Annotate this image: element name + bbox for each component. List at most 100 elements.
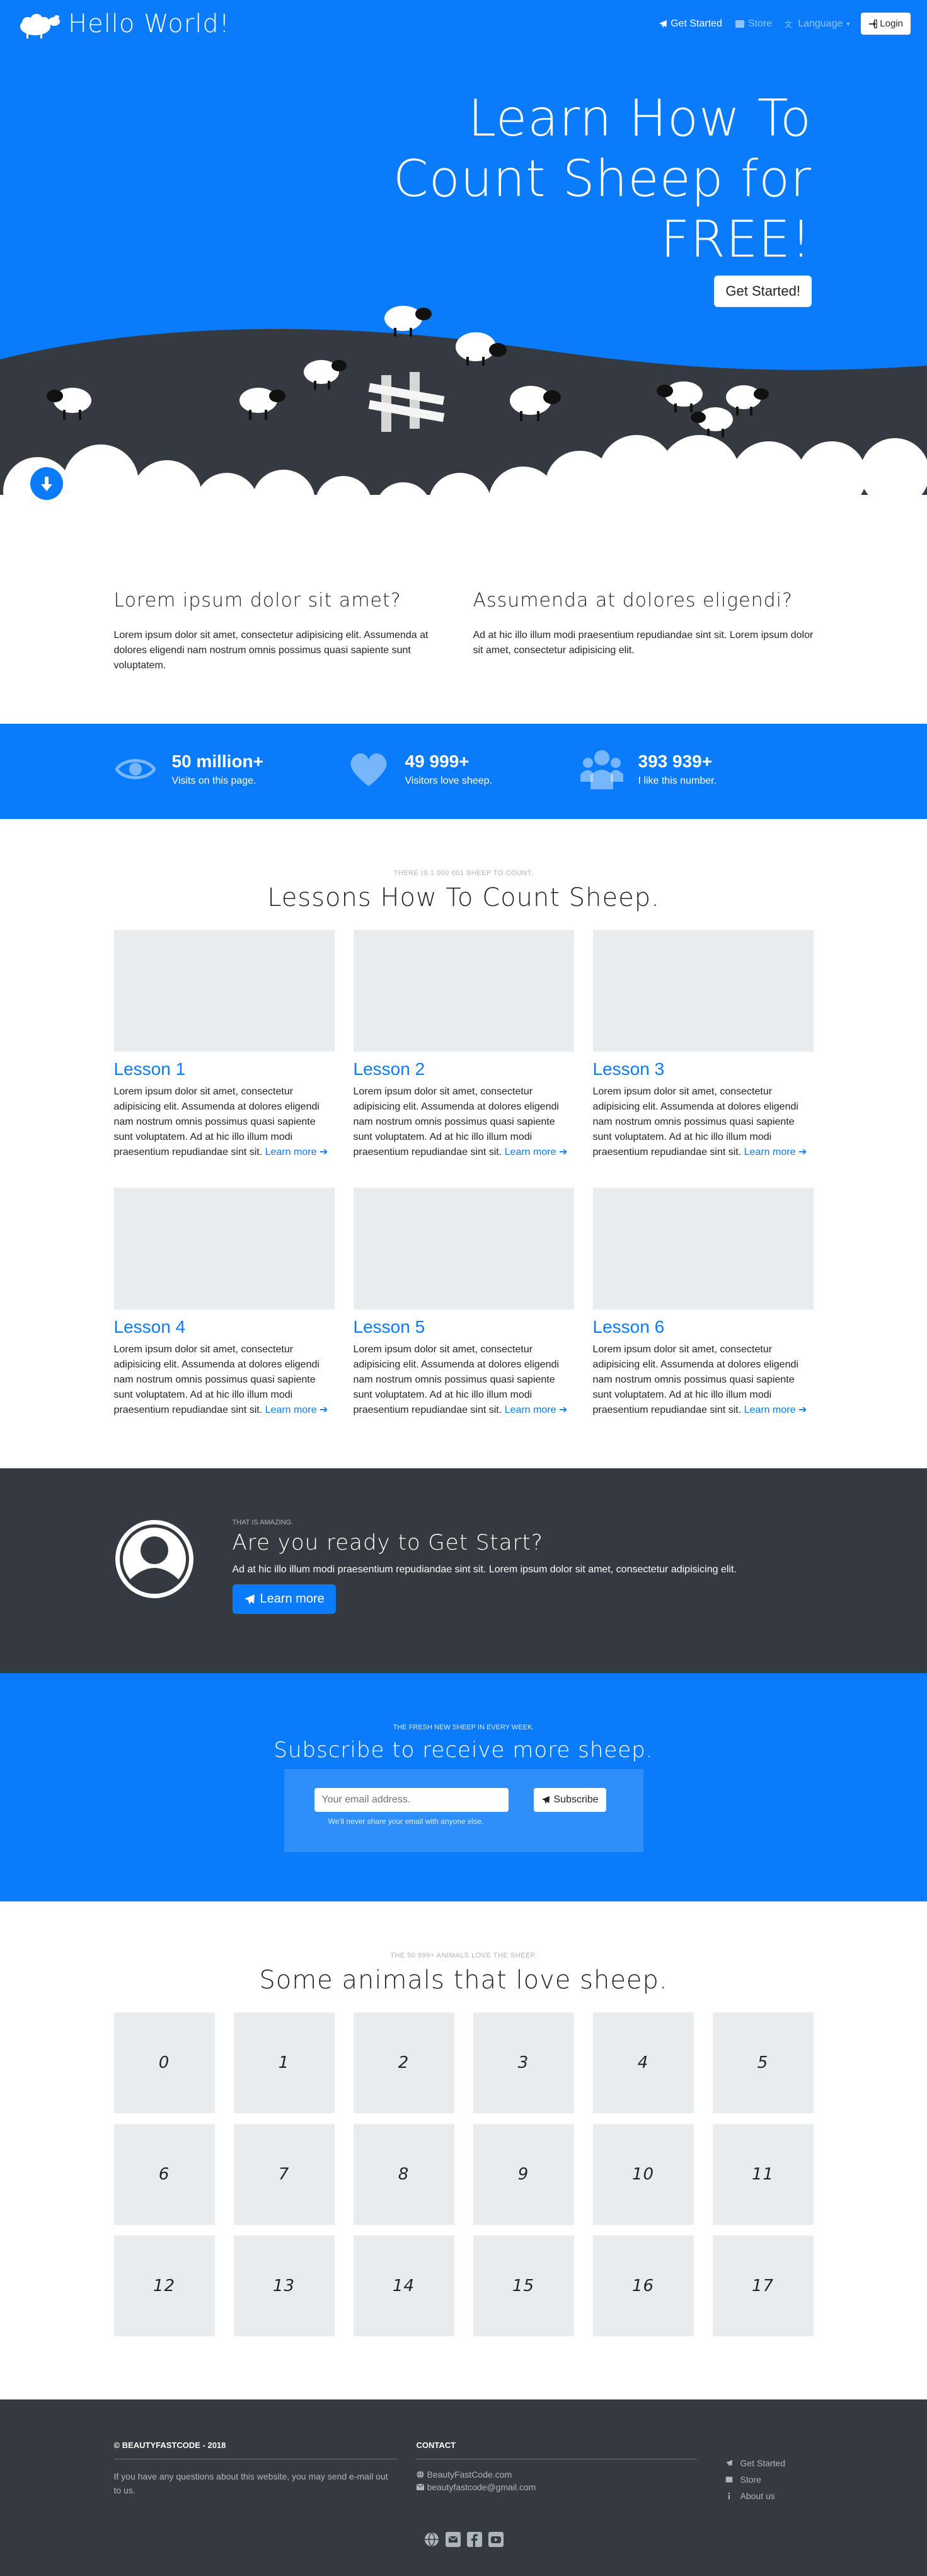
nav-store[interactable]: Store [734, 18, 773, 30]
paper-plane-icon [725, 2459, 732, 2467]
feature-block: Assumenda at dolores eligendi? Ad at hic… [473, 589, 814, 673]
hero: Learn How To Count Sheep for FREE! Get S… [0, 0, 927, 555]
lesson-title[interactable]: Lesson 1 [114, 1059, 335, 1079]
cta-learn-more-button[interactable]: Learn more [232, 1584, 336, 1614]
subscribe-note: We'll never share your email with anyone… [328, 1817, 484, 1826]
globe-icon[interactable] [423, 2531, 440, 2548]
footer-link-about-us[interactable]: About us [725, 2491, 786, 2501]
lesson-title[interactable]: Lesson 6 [593, 1317, 814, 1337]
footer-contact-title: CONTACT [416, 2440, 697, 2459]
animal-tile[interactable]: 4 [592, 2012, 694, 2113]
email-field[interactable]: Your email address. [314, 1788, 509, 1812]
lesson-card: Lesson 6 Lorem ipsum dolor sit amet, con… [592, 1188, 814, 1418]
hero-title-line-1: Learn How To [468, 89, 812, 148]
animal-tile[interactable]: 14 [353, 2236, 454, 2336]
animal-tile[interactable]: 6 [113, 2124, 215, 2225]
feature-text: Ad at hic illo illum modi praesentium re… [473, 630, 814, 656]
navbar: Hello World! Get Started Store 文 Languag… [0, 0, 927, 48]
footer: © BEAUTYFASTCODE - 2018 If you have any … [0, 2399, 927, 2576]
footer-link-label: Store [740, 2474, 761, 2485]
facebook-icon[interactable] [466, 2531, 483, 2548]
feature-text: Lorem ipsum dolor sit amet, consectetur … [113, 630, 429, 671]
hero-title-line-2: Count Sheep for [393, 149, 812, 208]
animal-tile[interactable]: 16 [592, 2236, 694, 2336]
subscribe-section: THE FRESH NEW SHEEP IN EVERY WEEK. Subsc… [0, 1673, 927, 1901]
animals-section: THE 50 999+ ANIMALS LOVE THE SHEEP. Some… [0, 1901, 927, 2399]
lessons-title: Lessons How To Count Sheep. [267, 883, 660, 912]
user-avatar-icon [115, 1520, 193, 1598]
animal-tile[interactable]: 0 [113, 2012, 215, 2113]
arrow-right-icon: ➔ [798, 1147, 807, 1157]
cta-button-label: Learn more [260, 1592, 325, 1606]
learn-more-link[interactable]: Learn more ➔ [265, 1147, 328, 1157]
sheep-logo-icon [20, 14, 60, 38]
lesson-card: Lesson 4 Lorem ipsum dolor sit amet, con… [113, 1188, 335, 1418]
lesson-image-placeholder [113, 1188, 335, 1309]
envelope-icon [416, 2484, 424, 2490]
animal-tile[interactable]: 7 [233, 2124, 335, 2225]
animal-tile[interactable]: 2 [353, 2012, 454, 2113]
animal-tile[interactable]: 13 [233, 2236, 335, 2336]
lesson-image-placeholder [353, 1188, 574, 1309]
paper-plane-icon [541, 1796, 550, 1804]
subscribe-kicker: THE FRESH NEW SHEEP IN EVERY WEEK. [393, 1724, 534, 1731]
animal-tile[interactable]: 3 [473, 2012, 574, 2113]
lesson-title[interactable]: Lesson 2 [354, 1059, 574, 1079]
nav-store-label: Store [747, 18, 773, 29]
footer-email-link[interactable]: beautyfastcode@gmail.com [416, 2482, 697, 2492]
subscribe-button[interactable]: Subscribe [533, 1788, 606, 1812]
features-section: Lorem ipsum dolor sit amet? Lorem ipsum … [0, 555, 927, 724]
stats-section: 50 million+ Visits on this page. 49 999+… [0, 724, 927, 819]
learn-more-link[interactable]: Learn more ➔ [744, 1147, 807, 1157]
animal-tile[interactable]: 5 [712, 2012, 814, 2113]
login-button[interactable]: Login [861, 13, 911, 35]
stat-item: 393 939+ I like this number. [580, 748, 814, 791]
nav-get-started[interactable]: Get Started [659, 18, 722, 30]
footer-link-get-started[interactable]: Get Started [725, 2458, 785, 2468]
footer-website-label: BeautyFastCode.com [427, 2469, 512, 2480]
stat-label: Visitors love sheep. [405, 775, 492, 786]
animal-tile[interactable]: 11 [712, 2124, 814, 2225]
paper-plane-icon [659, 20, 667, 28]
lesson-card: Lesson 3 Lorem ipsum dolor sit amet, con… [592, 930, 814, 1160]
envelope-square-icon[interactable] [445, 2531, 461, 2548]
learn-more-link[interactable]: Learn more ➔ [505, 1405, 568, 1415]
brand-link[interactable]: Hello World! [16, 9, 230, 39]
animal-tile[interactable]: 10 [592, 2124, 694, 2225]
animal-tile[interactable]: 12 [113, 2236, 215, 2336]
lesson-image-placeholder [592, 930, 814, 1052]
animal-tile[interactable]: 8 [353, 2124, 454, 2225]
animal-tile[interactable]: 1 [233, 2012, 335, 2113]
stat-item: 50 million+ Visits on this page. [114, 748, 347, 791]
lessons-section: THERE IS 1 000 001 SHEEP TO COUNT. Lesso… [0, 819, 927, 1468]
footer-link-store[interactable]: Store [725, 2474, 786, 2485]
learn-more-link[interactable]: Learn more ➔ [505, 1147, 568, 1157]
hero-title-line-3: FREE! [660, 210, 812, 269]
subscribe-title: Subscribe to receive more sheep. [273, 1738, 654, 1763]
cta-section: THAT IS AMAZING. Are you ready to Get St… [0, 1468, 927, 1673]
lesson-title[interactable]: Lesson 4 [114, 1317, 335, 1337]
stat-value: 50 million+ [171, 751, 264, 771]
lessons-kicker: THERE IS 1 000 001 SHEEP TO COUNT. [393, 869, 534, 877]
scroll-down-button[interactable] [26, 463, 67, 504]
paper-plane-icon [244, 1594, 255, 1604]
nav-language-dropdown[interactable]: 文 Language ▼ [785, 18, 851, 30]
footer-website-link[interactable]: BeautyFastCode.com [417, 2469, 697, 2480]
lesson-image-placeholder [113, 930, 335, 1052]
lesson-title[interactable]: Lesson 5 [354, 1317, 574, 1337]
learn-more-link[interactable]: Learn more ➔ [744, 1405, 807, 1415]
eye-icon [114, 748, 157, 791]
animal-tile[interactable]: 17 [712, 2236, 814, 2336]
footer-about-text: If you have any questions about this web… [113, 2471, 388, 2495]
stat-item: 49 999+ Visitors love sheep. [347, 748, 580, 791]
learn-more-link[interactable]: Learn more ➔ [265, 1405, 328, 1415]
lesson-title[interactable]: Lesson 3 [593, 1059, 814, 1079]
animal-tile[interactable]: 15 [473, 2236, 574, 2336]
arrow-right-icon: ➔ [319, 1147, 328, 1157]
stat-label: I like this number. [638, 775, 717, 786]
info-icon [728, 2492, 730, 2500]
store-icon [725, 2476, 733, 2483]
youtube-icon[interactable] [488, 2531, 504, 2548]
animal-tile[interactable]: 9 [473, 2124, 574, 2225]
subscribe-button-label: Subscribe [553, 1794, 599, 1805]
